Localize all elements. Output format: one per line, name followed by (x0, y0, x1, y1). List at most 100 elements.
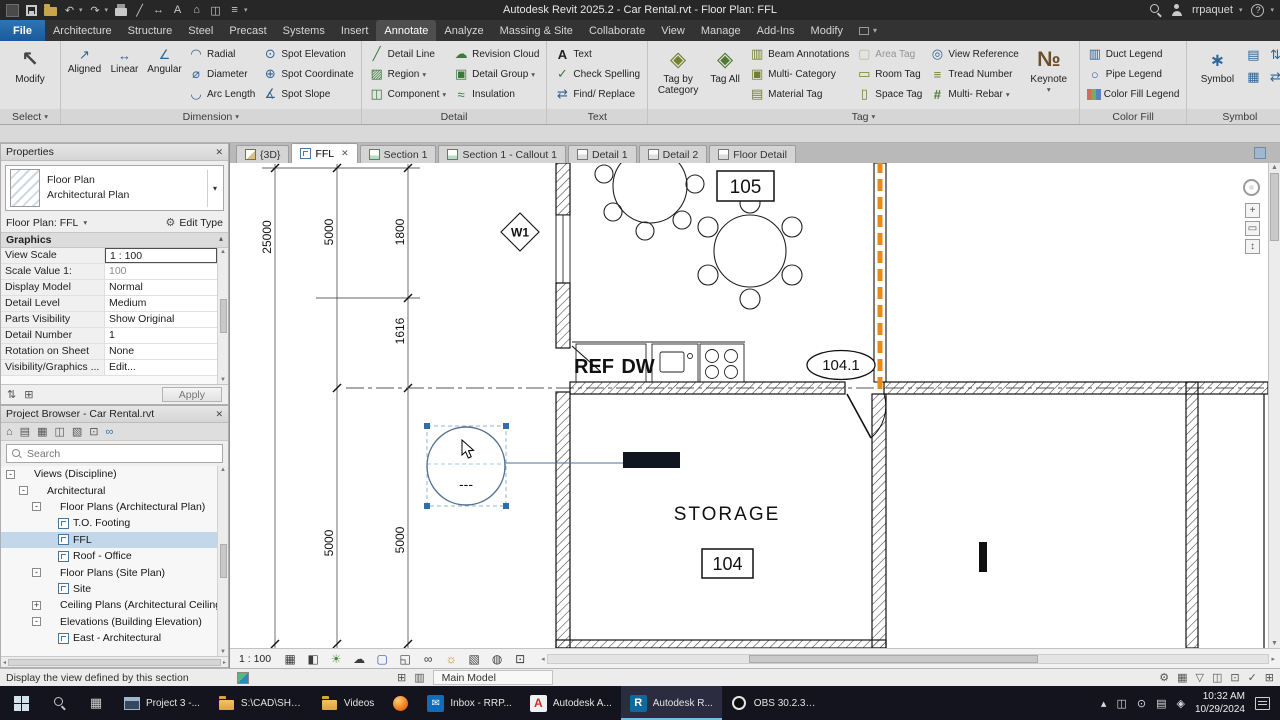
aligned-dimension-button[interactable]: Aligned (66, 44, 103, 75)
edit-type-button[interactable]: ⚙ Edit Type (166, 216, 223, 230)
zoom-extents-icon[interactable]: ↕ (1245, 239, 1260, 254)
temporary-view-properties-icon[interactable]: ▧ (466, 651, 482, 667)
print-icon[interactable] (114, 3, 127, 17)
taskbar-clock[interactable]: 10:32 AM 10/29/2024 (1195, 690, 1245, 716)
keynote-button[interactable]: Keynote ▾ (1024, 44, 1074, 95)
tread-number-button[interactable]: Tread Number (927, 64, 1020, 84)
qat-customize-icon[interactable]: ▾ (244, 6, 248, 14)
analytical-model-icon[interactable]: ⊡ (512, 651, 528, 667)
angular-dimension-button[interactable]: Angular (146, 44, 183, 75)
view-tab[interactable]: Section 1 ✕ (359, 145, 437, 163)
task-view-icon[interactable]: ▦ (78, 686, 114, 720)
browser-sheets-icon[interactable]: ▦ (37, 425, 47, 438)
modify-button[interactable]: Modify (5, 44, 55, 85)
tag-all-button[interactable]: Tag All (706, 44, 744, 85)
property-value[interactable]: Normal (105, 280, 217, 295)
hide-isolate-icon[interactable]: ∞ (420, 651, 436, 667)
find-replace-button[interactable]: Find/ Replace (552, 84, 642, 104)
text-button[interactable]: Text (552, 44, 642, 64)
vertical-scrollbar[interactable]: ▲ ▼ (1268, 163, 1280, 648)
taskbar-search-icon[interactable] (42, 686, 78, 720)
notification-center-icon[interactable] (1255, 696, 1270, 710)
drag-on-selection-icon[interactable]: ⊞ (1265, 671, 1274, 684)
reveal-hidden-icon[interactable]: ☼ (443, 651, 459, 667)
taskbar-app[interactable]: Autodesk A... (521, 686, 621, 720)
detail-level-icon[interactable]: ▦ (282, 651, 298, 667)
undo-icon[interactable]: ↶ (63, 3, 76, 17)
walls[interactable] (555, 163, 1268, 648)
select-panel-label[interactable]: Select ▾ (0, 109, 60, 124)
taskbar-app[interactable]: S:\CAD\SHA... (209, 686, 312, 720)
ribbon-tab[interactable]: View (653, 20, 693, 41)
filter-icon[interactable]: ▽ (1195, 671, 1203, 684)
undo-dropdown-icon[interactable]: ▾ (79, 6, 83, 14)
show-crop-region-icon[interactable]: ◱ (397, 651, 413, 667)
ribbon-tab[interactable]: Analyze (436, 20, 491, 41)
diameter-dimension-button[interactable]: Diameter (186, 64, 257, 84)
close-browser-icon[interactable]: ✕ (215, 409, 223, 420)
linear-dimension-button[interactable]: Linear (106, 44, 143, 75)
view-tab[interactable]: FFL ✕ (291, 143, 358, 163)
view-tab[interactable]: Detail 2 ✕ (638, 145, 708, 163)
ribbon-tab[interactable]: Massing & Site (492, 20, 581, 41)
tag-by-category-button[interactable]: Tag by Category (653, 44, 703, 96)
scale-control[interactable]: 1 : 100 (235, 652, 275, 666)
symbol-panel-label[interactable]: Symbol (1187, 109, 1280, 124)
view-reference-button[interactable]: View Reference (927, 44, 1020, 64)
taskbar-app[interactable]: Project 3 -... (114, 686, 209, 720)
visual-style-icon[interactable]: ◧ (305, 651, 321, 667)
ribbon-tab[interactable]: Structure (120, 20, 181, 41)
tree-item[interactable]: Roof - Office (1, 548, 217, 564)
graphics-section-header[interactable]: Graphics ▴ (1, 233, 228, 248)
insulation-button[interactable]: Insulation (451, 84, 541, 104)
tree-expander-icon[interactable] (32, 502, 41, 512)
file-tab[interactable]: File (0, 20, 45, 41)
design-options-select[interactable]: Main Model (432, 670, 553, 685)
taskbar-app[interactable]: Videos (312, 686, 383, 720)
property-value[interactable]: None (105, 344, 217, 359)
search-input[interactable] (27, 447, 217, 460)
taskbar-app[interactable]: OBS 30.2.3 -... (722, 686, 825, 720)
browser-home-icon[interactable]: ⌂ (6, 426, 13, 438)
help-dropdown-icon[interactable]: ▾ (1270, 6, 1274, 14)
ribbon-tab[interactable]: Architecture (45, 20, 120, 41)
color-fill-panel-label[interactable]: Color Fill (1079, 109, 1187, 124)
region-button[interactable]: Region▾ (367, 64, 448, 84)
room-tag-button[interactable]: Room Tag (854, 64, 924, 84)
property-value[interactable]: Medium (105, 296, 217, 311)
text-panel-label[interactable]: Text (547, 109, 648, 124)
tree-item[interactable]: East - Architectural (1, 630, 217, 646)
ribbon-display-toggle[interactable]: ▾ (851, 20, 885, 41)
material-tag-button[interactable]: Material Tag (747, 84, 851, 104)
tree-expander-icon[interactable] (19, 486, 28, 496)
tree-item[interactable]: Ceiling Plans (Architectural Ceiling Pla (1, 597, 217, 613)
ribbon-tab[interactable]: Annotate (376, 20, 437, 41)
account-dropdown-icon[interactable]: ▾ (1239, 6, 1243, 14)
thin-lines-icon[interactable]: ≡ (228, 3, 241, 17)
browser-links-icon[interactable]: ∞ (106, 426, 114, 438)
stair-path-icon[interactable]: ▤ (1245, 47, 1261, 63)
tree-item[interactable]: FFL (1, 531, 217, 548)
dimension-texts[interactable]: 25000 5000 5000 1800 1616 5000 (260, 218, 407, 556)
view-tab-list-icon[interactable] (1254, 147, 1266, 159)
tree-expander-icon[interactable] (32, 617, 41, 627)
username[interactable]: rrpaquet (1192, 4, 1233, 16)
property-value[interactable]: Edit... (105, 360, 217, 375)
browser-views-icon[interactable]: ▤ (20, 425, 30, 438)
3d-view-icon[interactable]: ⌂ (190, 3, 203, 17)
taskbar-app[interactable]: Autodesk R... (620, 686, 722, 720)
room-tag-104[interactable]: 104 (701, 548, 754, 579)
detail-panel-label[interactable]: Detail (361, 109, 547, 124)
dimension-panel-label[interactable]: Dimension ▾ (61, 109, 361, 124)
revision-cloud-button[interactable]: Revision Cloud (451, 44, 541, 64)
zoom-icon[interactable]: + (1245, 203, 1260, 218)
ribbon-tab[interactable]: Systems (275, 20, 333, 41)
multi-rebar-button[interactable]: Multi- Rebar▾ (927, 84, 1020, 104)
property-value[interactable]: Show Original (105, 312, 217, 327)
text-tool-icon[interactable]: A (171, 3, 184, 17)
ribbon-tab[interactable]: Add-Ins (749, 20, 803, 41)
space-tag-button[interactable]: Space Tag (854, 84, 924, 104)
apply-button[interactable]: Apply (161, 387, 222, 402)
crop-view-icon[interactable]: ▢ (374, 651, 390, 667)
properties-help-icon[interactable]: ⊞ (24, 388, 33, 401)
